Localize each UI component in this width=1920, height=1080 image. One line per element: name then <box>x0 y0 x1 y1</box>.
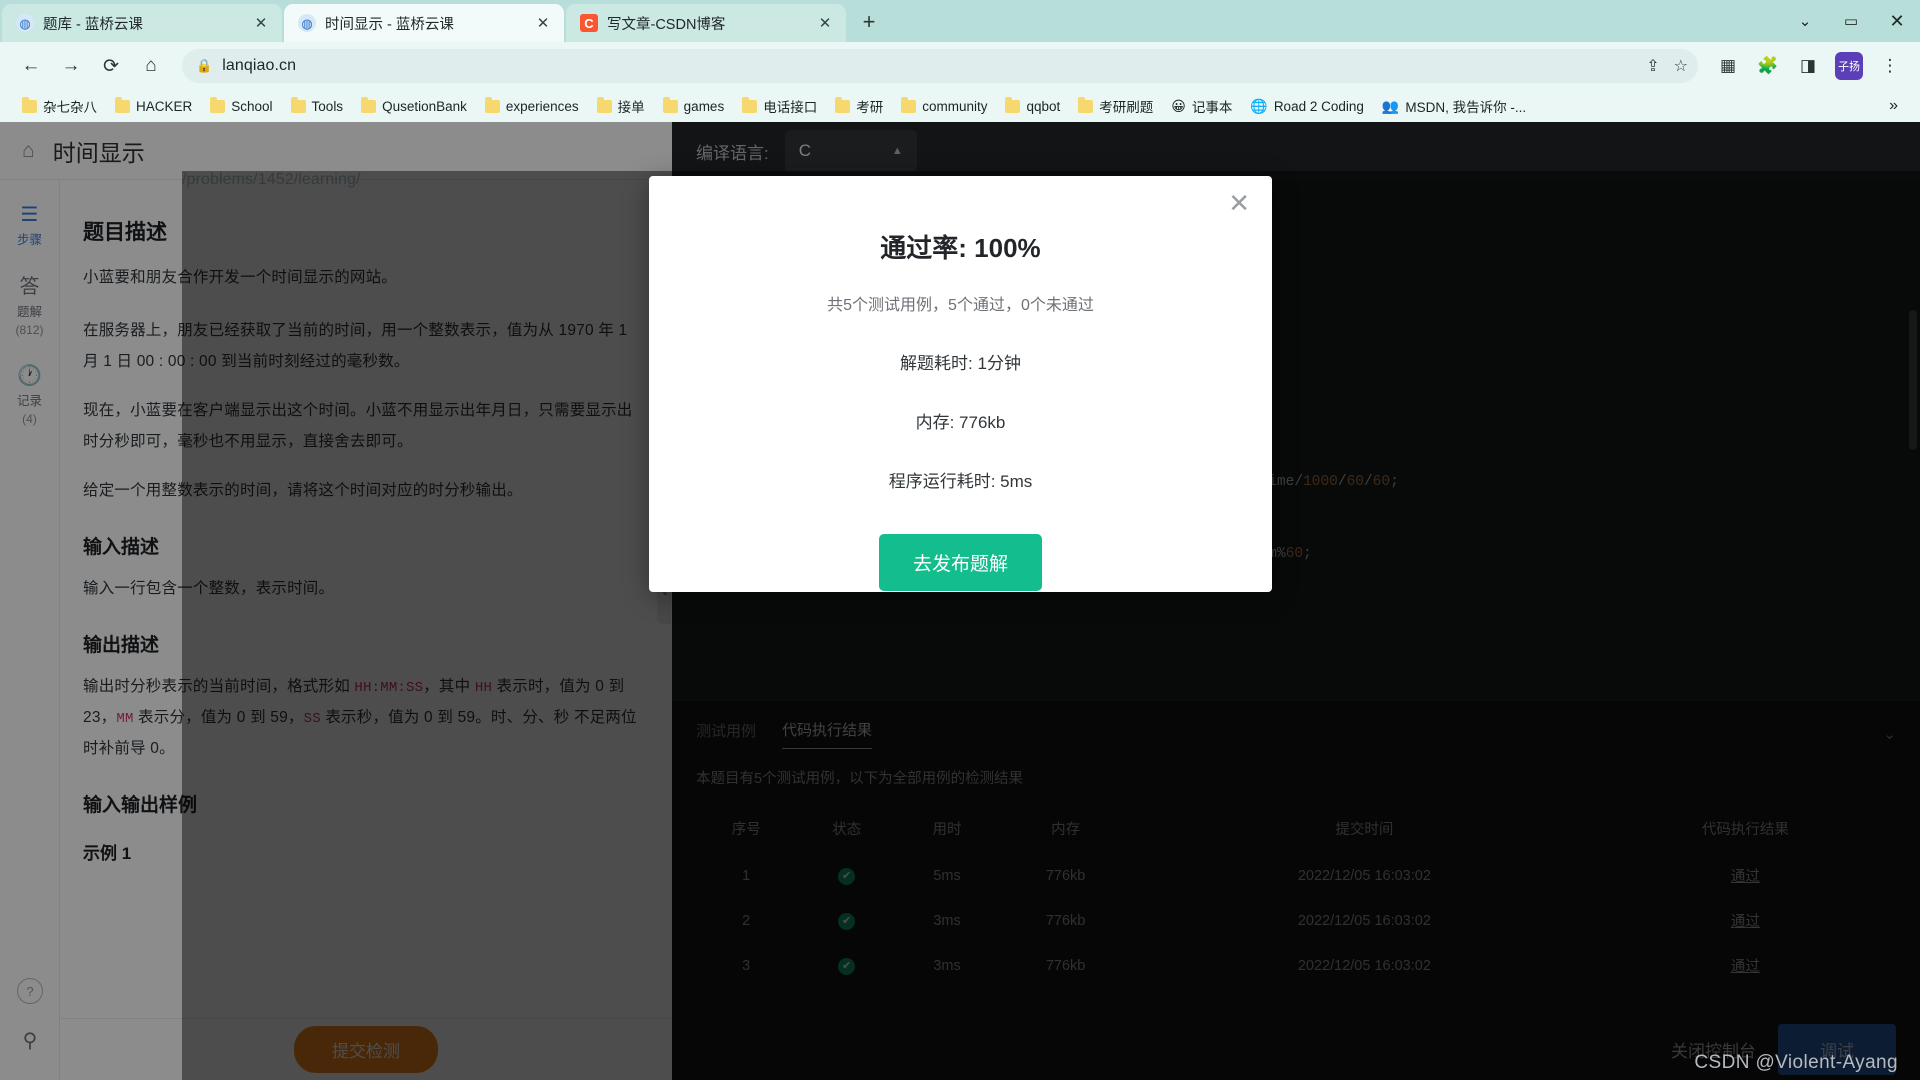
browser-tab-2[interactable]: C 写文章-CSDN博客 ✕ <box>566 4 846 42</box>
bookmark-item[interactable]: Tools <box>283 96 352 117</box>
csdn-icon: C <box>580 14 598 32</box>
close-icon[interactable]: ✕ <box>814 12 836 34</box>
bookmark-item[interactable]: games <box>655 96 733 117</box>
bookmark-item[interactable]: 杂七杂八 <box>14 93 105 119</box>
lanqiao-icon: ◍ <box>16 14 34 32</box>
bookmark-label: qqbot <box>1026 99 1060 114</box>
reload-icon[interactable]: ⟳ <box>92 47 130 85</box>
test-summary: 共5个测试用例，5个通过，0个未通过 <box>827 291 1094 315</box>
folder-icon <box>901 100 916 113</box>
browser-tab-strip: ◍ 题库 - 蓝桥云课 ✕ ◍ 时间显示 - 蓝桥云课 ✕ C 写文章-CSDN… <box>0 0 1920 42</box>
bookmark-item[interactable]: 电话接口 <box>734 93 825 119</box>
bookmark-label: 考研刷题 <box>1099 96 1153 116</box>
bookmark-label: QusetionBank <box>382 99 467 114</box>
maximize-icon[interactable]: ▭ <box>1828 0 1874 42</box>
pass-rate: 通过率: 100% <box>880 228 1040 265</box>
bookmark-label: HACKER <box>136 99 192 114</box>
watermark: CSDN @Violent-Ayang <box>1694 1052 1898 1074</box>
bookmark-label: experiences <box>506 99 579 114</box>
bookmark-item[interactable]: 考研刷题 <box>1070 93 1161 119</box>
bookmark-label: games <box>684 99 725 114</box>
bookmark-label: Tools <box>312 99 344 114</box>
bookmark-star-icon[interactable]: ☆ <box>1674 56 1688 76</box>
menu-icon[interactable]: ⋮ <box>1872 48 1908 84</box>
bookmark-item[interactable]: QusetionBank <box>353 96 475 117</box>
folder-icon <box>485 100 500 113</box>
folder-icon <box>835 100 850 113</box>
publish-solution-button[interactable]: 去发布题解 <box>879 534 1042 591</box>
bookmark-item[interactable]: School <box>202 96 280 117</box>
browser-toolbar: ← → ⟳ ⌂ 🔒 lanqiao.cn/problems/1452/learn… <box>0 42 1920 90</box>
tab-title: 时间显示 - 蓝桥云课 <box>325 13 523 34</box>
bookmark-item[interactable]: 🌐 Road 2 Coding <box>1242 96 1372 117</box>
toolbar-icons: ▦ 🧩 ◨ 子扬 ⋮ <box>1710 48 1908 84</box>
new-tab-button[interactable]: + <box>852 5 886 39</box>
folder-icon <box>210 100 225 113</box>
bookmark-item[interactable]: 考研 <box>827 93 891 119</box>
bookmark-item[interactable]: 👥 MSDN, 我告诉你 -... <box>1374 93 1534 119</box>
folder-icon <box>597 100 612 113</box>
bookmark-item[interactable]: experiences <box>477 96 587 117</box>
bookmark-label: 记事本 <box>1192 96 1233 116</box>
result-modal: ✕ 通过率: 100% 共5个测试用例，5个通过，0个未通过 解题耗时: 1分钟… <box>649 176 1272 592</box>
memory-usage: 内存: 776kb <box>916 408 1006 433</box>
window-controls: ⌄ ▭ ✕ <box>1782 0 1920 42</box>
folder-icon <box>663 100 678 113</box>
runtime: 程序运行耗时: 5ms <box>889 467 1033 492</box>
extensions-icon[interactable]: 🧩 <box>1750 48 1786 84</box>
bookmark-item[interactable]: HACKER <box>107 96 200 117</box>
minimize-icon[interactable]: ⌄ <box>1782 0 1828 42</box>
folder-icon <box>742 100 757 113</box>
browser-tab-0[interactable]: ◍ 题库 - 蓝桥云课 ✕ <box>2 4 282 42</box>
folder-icon <box>22 100 37 113</box>
share-icon[interactable]: ⇪ <box>1646 56 1659 76</box>
avatar[interactable]: 子扬 <box>1835 52 1863 80</box>
bookmark-label: Road 2 Coding <box>1274 99 1364 114</box>
bookmark-item[interactable]: 接单 <box>589 93 653 119</box>
solve-duration: 解题耗时: 1分钟 <box>900 349 1021 374</box>
bookmark-label: 杂七杂八 <box>43 96 97 116</box>
folder-icon <box>115 100 130 113</box>
home-icon[interactable]: ⌂ <box>132 47 170 85</box>
omnibox-actions: ⇪ ☆ <box>1646 56 1688 76</box>
window-close-icon[interactable]: ✕ <box>1874 0 1920 42</box>
back-icon[interactable]: ← <box>12 47 50 85</box>
bookmark-item[interactable]: 😀 记事本 <box>1163 93 1240 119</box>
close-icon[interactable]: ✕ <box>250 12 272 34</box>
url-text: lanqiao.cn/problems/1452/learning/ <box>222 57 296 75</box>
bookmark-label: MSDN, 我告诉你 -... <box>1405 96 1526 116</box>
site-icon: 🌐 <box>1250 99 1267 113</box>
lock-icon: 🔒 <box>196 58 212 74</box>
folder-icon <box>1078 100 1093 113</box>
close-icon[interactable]: ✕ <box>532 12 554 34</box>
bookmark-item[interactable]: qqbot <box>997 96 1068 117</box>
tab-title: 题库 - 蓝桥云课 <box>43 13 241 34</box>
folder-icon <box>291 100 306 113</box>
close-icon[interactable]: ✕ <box>1228 190 1250 216</box>
bookmarks-overflow-button[interactable]: » <box>1881 97 1906 115</box>
apps-icon[interactable]: ▦ <box>1710 48 1746 84</box>
address-bar[interactable]: 🔒 lanqiao.cn/problems/1452/learning/ ⇪ ☆ <box>182 49 1698 83</box>
smiley-icon: 😀 <box>1171 99 1186 113</box>
folder-icon <box>361 100 376 113</box>
lanqiao-icon: ◍ <box>298 14 316 32</box>
bookmarks-bar: 杂七杂八 HACKER School Tools QusetionBank experie… <box>0 90 1920 122</box>
browser-tab-1[interactable]: ◍ 时间显示 - 蓝桥云课 ✕ <box>284 4 564 42</box>
bookmark-item[interactable]: community <box>893 96 995 117</box>
forward-icon[interactable]: → <box>52 47 90 85</box>
folder-icon <box>1005 100 1020 113</box>
bookmark-label: 电话接口 <box>763 96 817 116</box>
bookmark-label: School <box>231 99 272 114</box>
bookmark-label: 接单 <box>618 96 645 116</box>
tab-title: 写文章-CSDN博客 <box>607 13 805 34</box>
bookmark-label: community <box>922 99 987 114</box>
bookmark-label: 考研 <box>856 96 883 116</box>
side-panel-icon[interactable]: ◨ <box>1790 48 1826 84</box>
msdn-icon: 👥 <box>1382 99 1399 113</box>
